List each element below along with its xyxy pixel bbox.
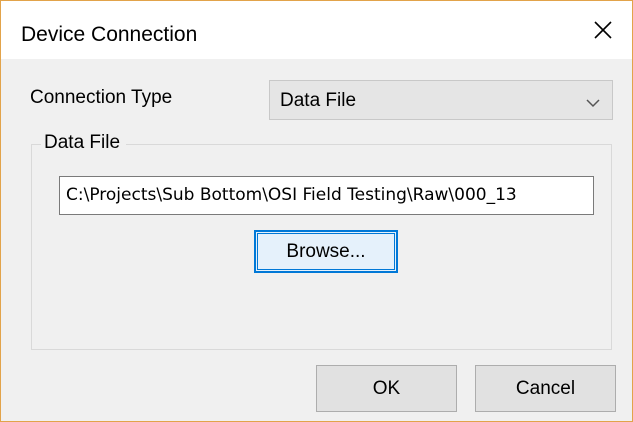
data-file-group-label: Data File bbox=[41, 132, 127, 154]
connection-type-value: Data File bbox=[280, 90, 357, 111]
connection-type-select[interactable]: Data File bbox=[269, 80, 613, 120]
data-file-path-input[interactable]: C:\Projects\Sub Bottom\OSI Field Testing… bbox=[59, 176, 594, 215]
close-icon bbox=[593, 20, 613, 40]
cancel-button[interactable]: Cancel bbox=[475, 365, 616, 412]
browse-button-label: Browse... bbox=[286, 240, 366, 262]
browse-button[interactable]: Browse... bbox=[254, 230, 398, 273]
chevron-down-icon bbox=[586, 95, 600, 113]
ok-button[interactable]: OK bbox=[316, 365, 457, 412]
title-bar[interactable]: Device Connection bbox=[1, 1, 632, 59]
device-connection-dialog: Device Connection Connection Type Data F… bbox=[0, 0, 633, 422]
close-button[interactable] bbox=[574, 1, 632, 59]
connection-type-label: Connection Type bbox=[30, 87, 173, 108]
ok-button-label: OK bbox=[372, 377, 401, 399]
cancel-button-label: Cancel bbox=[515, 377, 576, 399]
dialog-title: Device Connection bbox=[21, 23, 198, 46]
